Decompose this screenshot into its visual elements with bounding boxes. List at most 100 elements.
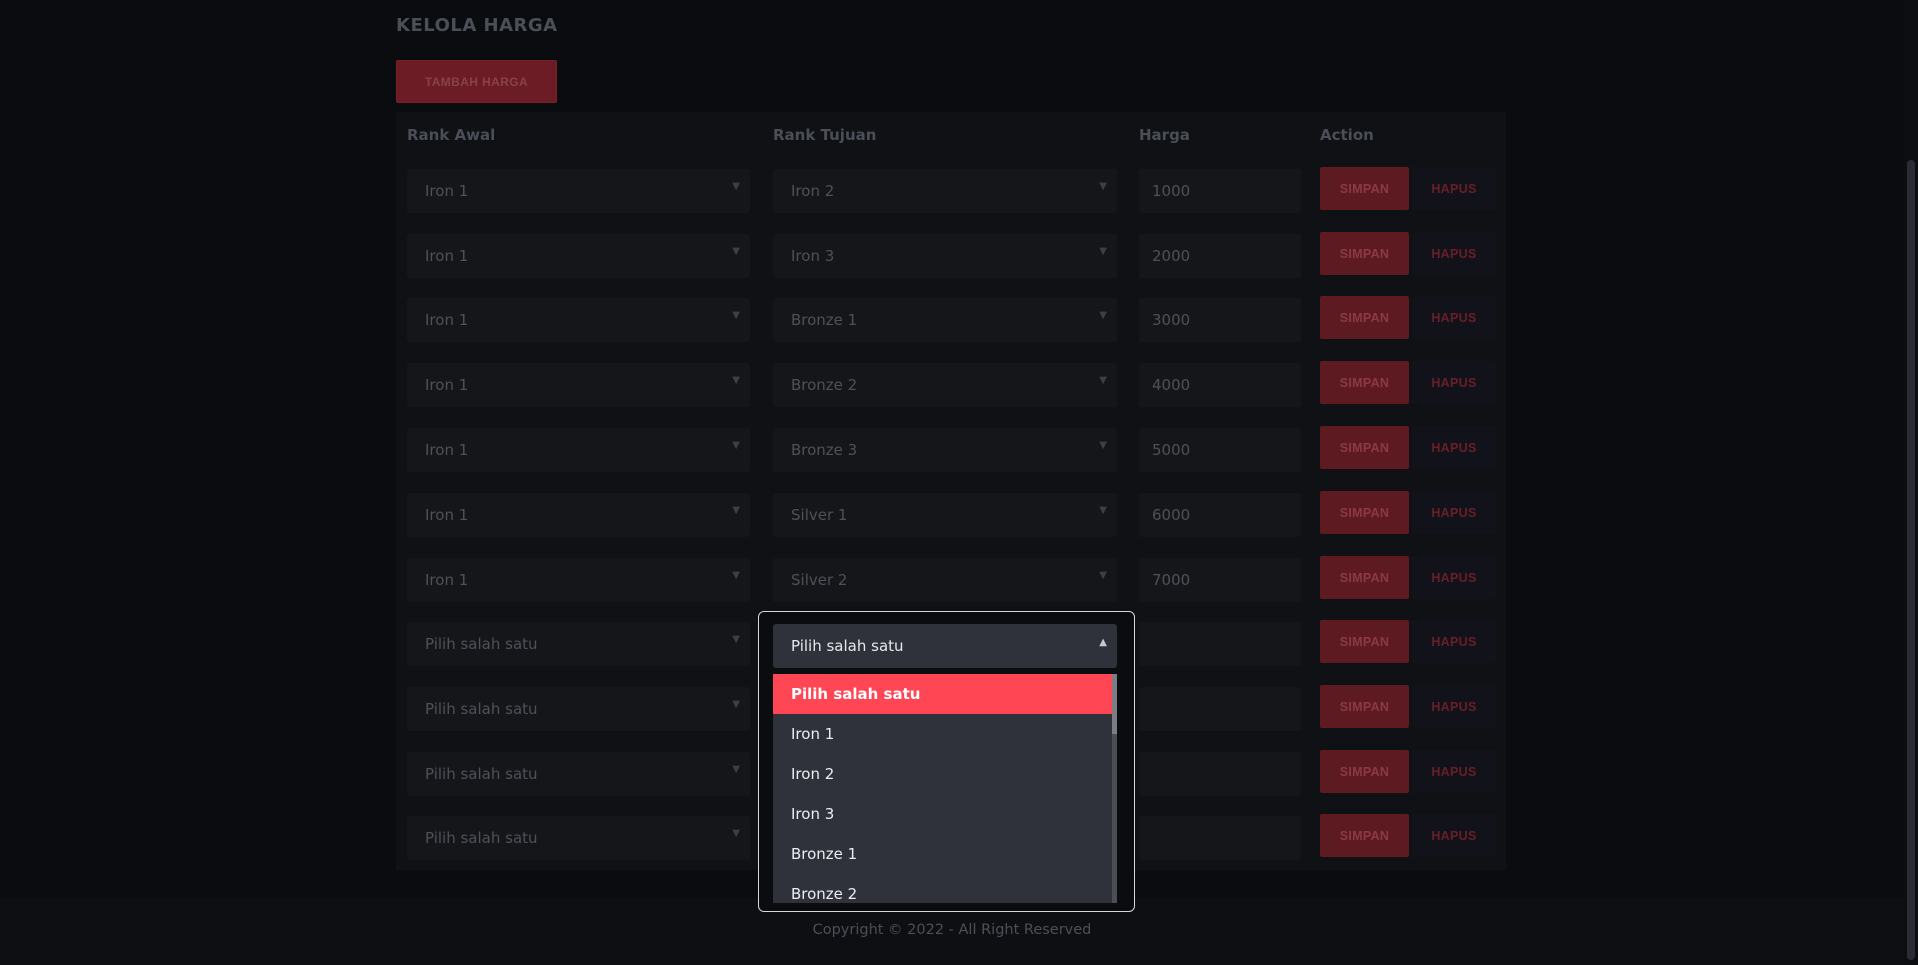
table-row: Iron 1 ▼ Iron 3 ▼ 2000 SIMPAN HAPUS (0, 232, 1918, 280)
rank-tujuan-value: Iron 2 (791, 182, 835, 200)
page-scrollbar[interactable] (1904, 0, 1918, 965)
rank-awal-value: Iron 1 (425, 247, 469, 265)
rank-tujuan-select[interactable]: Bronze 1 ▼ (773, 298, 1117, 342)
chevron-down-icon: ▼ (1099, 570, 1107, 581)
rank-tujuan-value: Silver 2 (791, 571, 848, 589)
chevron-down-icon: ▼ (732, 699, 740, 710)
chevron-down-icon: ▼ (1099, 246, 1107, 257)
table-row: Iron 1 ▼ Silver 1 ▼ 6000 SIMPAN HAPUS (0, 491, 1918, 539)
rank-awal-value: Iron 1 (425, 376, 469, 394)
add-price-button[interactable]: TAMBAH HARGA (396, 60, 557, 103)
rank-awal-value: Pilih salah satu (425, 765, 538, 783)
table-row: Iron 1 ▼ Bronze 1 ▼ 3000 SIMPAN HAPUS (0, 296, 1918, 344)
header-action: Action (1320, 126, 1374, 144)
harga-input[interactable]: 2000 (1139, 234, 1301, 278)
save-button[interactable]: SIMPAN (1320, 232, 1409, 275)
save-button[interactable]: SIMPAN (1320, 426, 1409, 469)
page-title: KELOLA HARGA (396, 15, 558, 36)
chevron-down-icon: ▼ (1099, 310, 1107, 321)
delete-button[interactable]: HAPUS (1412, 426, 1496, 469)
rank-tujuan-select[interactable]: Bronze 3 ▼ (773, 428, 1117, 472)
harga-input[interactable]: 7000 (1139, 558, 1301, 602)
chevron-down-icon: ▼ (1099, 505, 1107, 516)
rank-awal-select[interactable]: Pilih salah satu ▼ (407, 687, 750, 731)
harga-input[interactable]: 3000 (1139, 298, 1301, 342)
harga-input[interactable] (1139, 622, 1301, 666)
save-button[interactable]: SIMPAN (1320, 556, 1409, 599)
rank-awal-select[interactable]: Iron 1 ▼ (407, 298, 750, 342)
chevron-down-icon: ▼ (1099, 440, 1107, 451)
dropdown-option[interactable]: Iron 3 (773, 794, 1112, 834)
rank-awal-select[interactable]: Iron 1 ▼ (407, 558, 750, 602)
save-button[interactable]: SIMPAN (1320, 167, 1409, 210)
dropdown-options-list[interactable]: Pilih salah satu Iron 1 Iron 2 Iron 3 Bronze… (773, 674, 1117, 903)
table-row: Iron 1 ▼ Iron 2 ▼ 1000 SIMPAN HAPUS (0, 167, 1918, 215)
rank-awal-select[interactable]: Iron 1 ▼ (407, 428, 750, 472)
delete-button[interactable]: HAPUS (1412, 296, 1496, 339)
chevron-up-icon: ▲ (1099, 637, 1107, 648)
rank-awal-select[interactable]: Iron 1 ▼ (407, 169, 750, 213)
rank-tujuan-value: Bronze 3 (791, 441, 858, 459)
rank-awal-select[interactable]: Iron 1 ▼ (407, 493, 750, 537)
delete-button[interactable]: HAPUS (1412, 491, 1496, 534)
header-rank-tujuan: Rank Tujuan (773, 126, 877, 144)
delete-button[interactable]: HAPUS (1412, 750, 1496, 793)
rank-awal-select[interactable]: Iron 1 ▼ (407, 234, 750, 278)
dropdown-scrollbar-thumb[interactable] (1112, 674, 1117, 734)
rank-tujuan-value: Bronze 2 (791, 376, 858, 394)
delete-button[interactable]: HAPUS (1412, 361, 1496, 404)
save-button[interactable]: SIMPAN (1320, 296, 1409, 339)
harga-input[interactable]: 5000 (1139, 428, 1301, 472)
delete-button[interactable]: HAPUS (1412, 232, 1496, 275)
save-button[interactable]: SIMPAN (1320, 361, 1409, 404)
rank-tujuan-select[interactable]: Iron 2 ▼ (773, 169, 1117, 213)
rank-awal-select[interactable]: Iron 1 ▼ (407, 363, 750, 407)
delete-button[interactable]: HAPUS (1412, 167, 1496, 210)
harga-value: 2000 (1152, 247, 1191, 265)
rank-awal-value: Pilih salah satu (425, 700, 538, 718)
dropdown-selected-value: Pilih salah satu (791, 637, 904, 655)
rank-tujuan-select[interactable]: Iron 3 ▼ (773, 234, 1117, 278)
rank-awal-select[interactable]: Pilih salah satu ▼ (407, 816, 750, 860)
rank-tujuan-select[interactable]: Silver 1 ▼ (773, 493, 1117, 537)
rank-awal-select[interactable]: Pilih salah satu ▼ (407, 752, 750, 796)
harga-input[interactable]: 1000 (1139, 169, 1301, 213)
chevron-down-icon: ▼ (732, 764, 740, 775)
dropdown-option[interactable]: Iron 2 (773, 754, 1112, 794)
delete-button[interactable]: HAPUS (1412, 556, 1496, 599)
save-button[interactable]: SIMPAN (1320, 814, 1409, 857)
rank-tujuan-select[interactable]: Bronze 2 ▼ (773, 363, 1117, 407)
save-button[interactable]: SIMPAN (1320, 620, 1409, 663)
footer-copyright: Copyright © 2022 - All Right Reserved (812, 922, 1092, 938)
delete-button[interactable]: HAPUS (1412, 814, 1496, 857)
dropdown-option[interactable]: Bronze 2 (773, 874, 1112, 903)
harga-input[interactable] (1139, 816, 1301, 860)
rank-tujuan-select-open[interactable]: Pilih salah satu ▲ (773, 624, 1117, 668)
save-button[interactable]: SIMPAN (1320, 750, 1409, 793)
dropdown-scrollbar[interactable] (1112, 674, 1117, 903)
rank-tujuan-value: Iron 3 (791, 247, 835, 265)
harga-value: 3000 (1152, 311, 1191, 329)
dropdown-option[interactable]: Iron 1 (773, 714, 1112, 754)
table-row: Iron 1 ▼ Bronze 2 ▼ 4000 SIMPAN HAPUS (0, 361, 1918, 409)
delete-button[interactable]: HAPUS (1412, 620, 1496, 663)
rank-awal-select[interactable]: Pilih salah satu ▼ (407, 622, 750, 666)
rank-tujuan-value: Silver 1 (791, 506, 848, 524)
chevron-down-icon: ▼ (732, 440, 740, 451)
header-harga: Harga (1139, 126, 1190, 144)
harga-input[interactable]: 4000 (1139, 363, 1301, 407)
harga-value: 5000 (1152, 441, 1191, 459)
rank-awal-value: Iron 1 (425, 182, 469, 200)
harga-input[interactable] (1139, 752, 1301, 796)
delete-button[interactable]: HAPUS (1412, 685, 1496, 728)
rank-tujuan-select[interactable]: Silver 2 ▼ (773, 558, 1117, 602)
rank-awal-value: Iron 1 (425, 311, 469, 329)
rank-awal-value: Pilih salah satu (425, 635, 538, 653)
harga-input[interactable] (1139, 687, 1301, 731)
dropdown-option[interactable]: Pilih salah satu (773, 674, 1112, 714)
dropdown-option[interactable]: Bronze 1 (773, 834, 1112, 874)
save-button[interactable]: SIMPAN (1320, 685, 1409, 728)
save-button[interactable]: SIMPAN (1320, 491, 1409, 534)
page-scrollbar-thumb[interactable] (1907, 160, 1915, 960)
harga-input[interactable]: 6000 (1139, 493, 1301, 537)
